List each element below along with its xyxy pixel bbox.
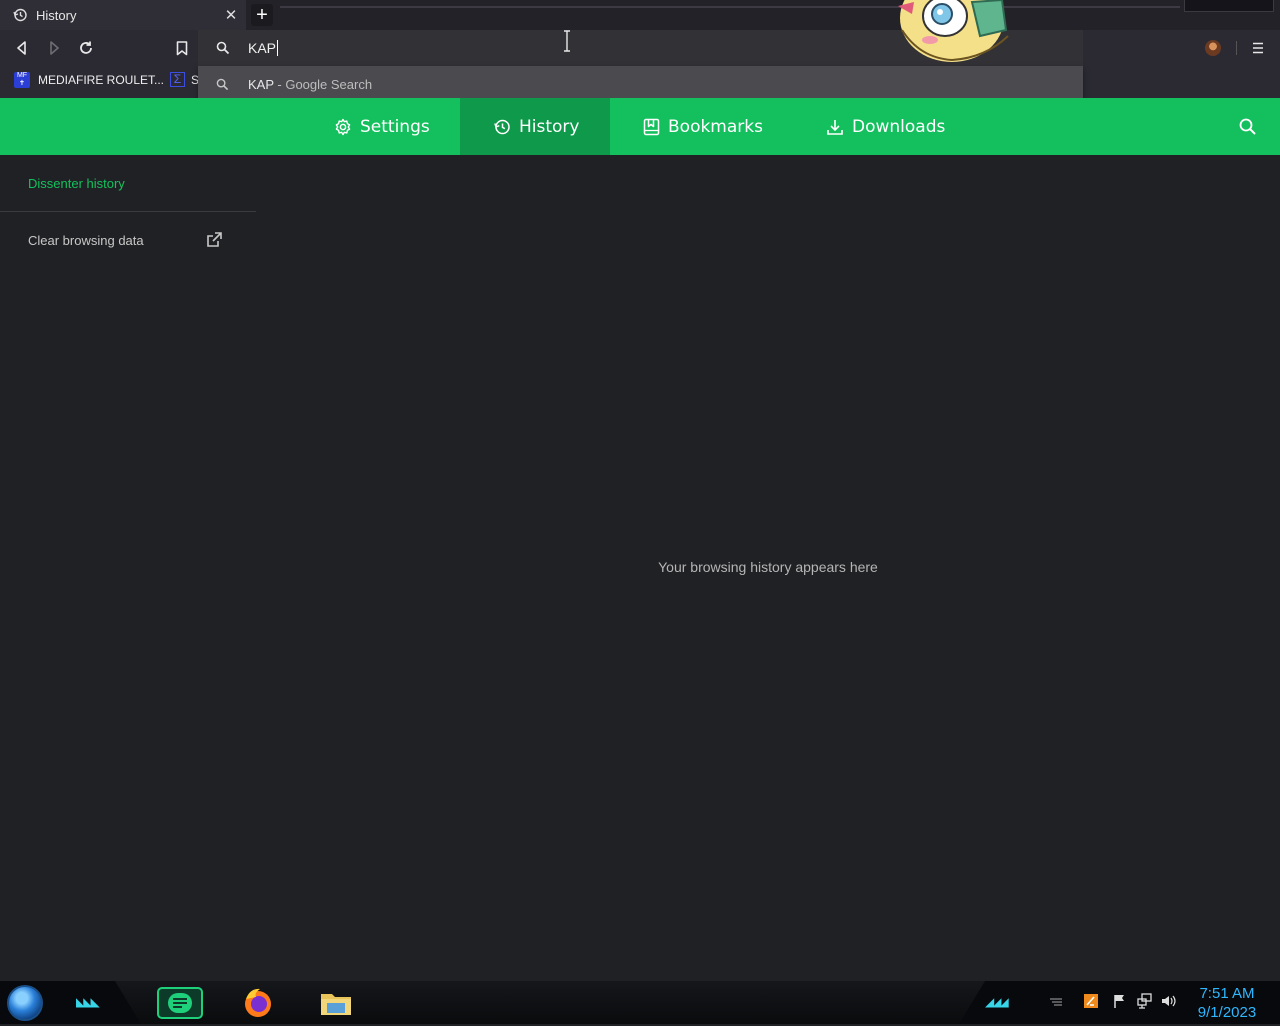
history-sidebar: Dissenter history Clear browsing data	[0, 155, 256, 981]
back-icon	[17, 41, 26, 55]
sigma-icon: Σ	[170, 72, 185, 87]
clock-date: 9/1/2023	[1197, 1004, 1257, 1021]
taskbar: ◣◣◣ ◢◢◢ 7:51 AM 9/1/2023	[0, 981, 1280, 1024]
text-cursor-icon	[564, 30, 570, 52]
history-icon	[494, 119, 510, 134]
taskbar-app-messages[interactable]	[156, 985, 204, 1021]
taskbar-app-firefox[interactable]	[240, 985, 276, 1021]
history-icon	[13, 8, 27, 22]
gear-icon	[335, 118, 351, 135]
tab-title: History	[36, 7, 77, 23]
tab-settings-label: Settings	[360, 116, 430, 137]
tab-history-page[interactable]: History	[460, 98, 610, 155]
tab-history[interactable]: History ✕	[0, 0, 246, 30]
tab-bookmarks-label: Bookmarks	[668, 116, 763, 137]
clock-time: 7:51 AM	[1199, 985, 1255, 1002]
start-button[interactable]	[7, 985, 43, 1021]
forward-button[interactable]	[44, 38, 64, 58]
taskbar-decoration-right: ◢◢◢	[985, 995, 1009, 1009]
action-center-flag-icon[interactable]	[1112, 993, 1128, 1009]
tray-overflow-icon[interactable]	[1048, 993, 1064, 1009]
search-icon	[216, 78, 229, 91]
chat-app-icon	[157, 987, 203, 1019]
bookmark-s[interactable]: Σ S	[170, 72, 199, 87]
toolbar-separator	[1236, 41, 1237, 55]
sidebar-divider	[0, 211, 256, 212]
suggestion-engine: - Google Search	[273, 77, 373, 92]
bookmark-icon	[176, 40, 188, 55]
reload-icon	[80, 41, 92, 54]
folder-icon	[321, 994, 351, 1015]
window-stripe	[280, 6, 1180, 8]
menu-icon[interactable]	[1250, 40, 1266, 56]
tab-strip: History ✕ +	[0, 0, 1280, 30]
taskbar-clock[interactable]: 7:51 AM 9/1/2023	[1190, 984, 1264, 1022]
tab-downloads-label: Downloads	[852, 116, 946, 137]
browser-chrome: History ✕ + MF✝ MEDIAFIRE ROULET... Σ S	[0, 0, 1280, 102]
reload-button[interactable]	[76, 38, 96, 58]
tab-bookmarks[interactable]: Bookmarks	[643, 98, 763, 155]
tab-downloads[interactable]: Downloads	[826, 98, 945, 155]
bookmarks-bar: MF ✝ MEDIAFIRE ROULET... Σ S	[0, 66, 199, 98]
taskbar-app-file-explorer[interactable]	[318, 985, 354, 1021]
external-link-icon[interactable]	[205, 231, 223, 249]
omnibox-suggestion[interactable]: KAP - Google Search	[198, 66, 1083, 102]
bookmarks-icon	[643, 118, 660, 135]
taskbar-decoration-left: ◣◣◣	[76, 995, 100, 1009]
bookmark-page-button[interactable]	[172, 38, 192, 58]
tab-history-label: History	[519, 116, 580, 137]
firefox-icon	[245, 988, 271, 1017]
mediafire-icon: MF ✝	[14, 72, 30, 88]
bookmark-mediafire[interactable]: MF ✝ MEDIAFIRE ROULET...	[14, 72, 164, 88]
address-input-value[interactable]: KAP	[248, 40, 276, 56]
download-icon	[827, 119, 843, 135]
forward-icon	[50, 41, 59, 55]
back-button[interactable]	[12, 38, 32, 58]
window-corner-decoration	[1184, 0, 1274, 12]
tab-settings[interactable]: Settings	[334, 98, 430, 155]
new-tab-button[interactable]: +	[251, 4, 273, 26]
tray-app-icon[interactable]	[1083, 993, 1099, 1009]
empty-history-message: Your browsing history appears here	[658, 559, 878, 575]
sidebar-item-dissenter-history[interactable]: Dissenter history	[28, 176, 125, 191]
bookmark-label: MEDIAFIRE ROULET...	[38, 73, 165, 87]
close-tab-icon[interactable]: ✕	[222, 6, 240, 24]
suggestion-query: KAP	[248, 77, 274, 92]
anime-sticker-image	[890, 0, 1020, 62]
profile-avatar[interactable]	[1205, 40, 1221, 56]
text-caret	[277, 40, 279, 56]
settings-nav-bar: Settings History Bookmarks Downloads	[0, 98, 1280, 155]
network-icon[interactable]	[1137, 993, 1153, 1009]
volume-icon[interactable]	[1160, 993, 1176, 1009]
search-icon[interactable]	[1238, 117, 1258, 137]
search-icon	[216, 41, 230, 55]
clear-browsing-data-link[interactable]: Clear browsing data	[28, 233, 144, 248]
